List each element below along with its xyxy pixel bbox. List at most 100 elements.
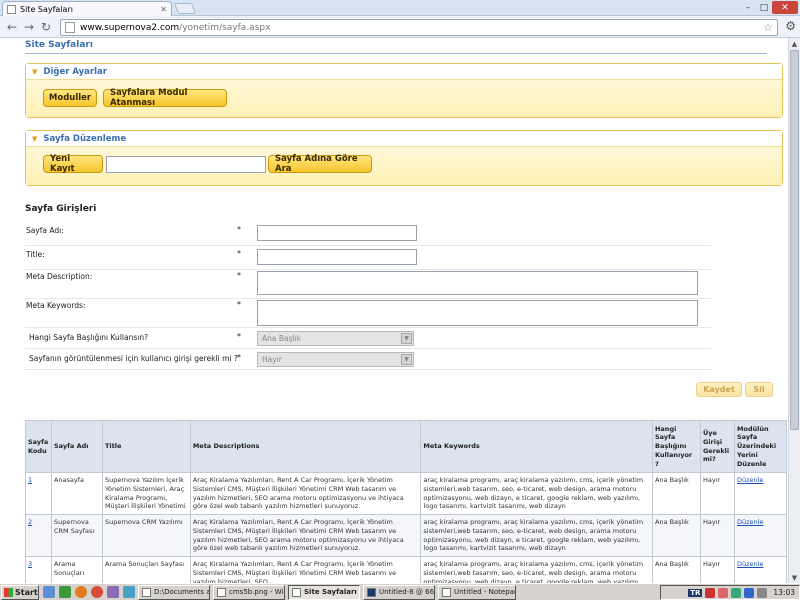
start-label: Start [15,587,38,597]
scroll-down-icon[interactable]: ▼ [789,572,800,583]
chrome-icon [292,587,301,597]
taskbar-window-explorer[interactable]: D:\Documents a... [138,584,210,600]
scroll-up-icon[interactable]: ▲ [789,38,800,49]
meta-keywords-cell: araç kiralama programı, araç kiralama ya… [420,471,653,516]
collapse-arrow-icon[interactable]: ▼ [32,68,37,76]
tray-app-icon[interactable] [705,587,716,598]
page-scrollbar[interactable]: ▲ ▼ [788,38,800,583]
sayfa-kodu-link[interactable]: 3 [28,560,32,568]
system-tray: TR 13:03 [660,585,800,600]
quicklaunch-chrome-icon[interactable] [91,586,103,598]
required-mark: * [237,225,241,234]
bookmark-star-icon[interactable]: ☆ [763,21,773,34]
duzenle-link[interactable]: Düzenle [737,560,763,568]
grid-header-row: Sayfa Kodu Sayfa Adı Title Meta Descript… [25,420,788,473]
sayfa-kodu-link[interactable]: 2 [28,518,32,526]
tray-volume-icon[interactable] [757,587,768,598]
uye-girisi-select[interactable]: Hayır ▼ [257,352,414,367]
new-tab-button[interactable] [173,3,197,14]
notepad-icon [442,587,451,597]
meta-keywords-textarea[interactable] [257,300,698,326]
scrollbar-thumb[interactable] [790,50,799,430]
duzenle-link[interactable]: Düzenle [737,518,763,526]
address-bar[interactable]: www.supernova2.com/yonetim/sayfa.aspx ☆ [60,19,778,36]
baslik-label: Hangi Sayfa Başlığını Kullansın? [29,333,149,342]
title-label: Title: [26,250,45,259]
quicklaunch-app2-icon[interactable] [107,586,119,598]
url-path: /yonetim/sayfa.aspx [179,22,271,33]
chevron-down-icon[interactable]: ▼ [401,333,412,344]
col-header-meta-keywords[interactable]: Meta Keywords [420,420,653,473]
language-indicator[interactable]: TR [688,588,703,597]
window-close-icon[interactable]: ✕ [772,1,798,14]
back-icon[interactable]: ← [4,19,20,35]
sil-button[interactable]: Sil [745,382,773,397]
sayfa-duzenleme-header[interactable]: ▼ Sayfa Düzenleme [26,131,782,147]
chevron-down-icon[interactable]: ▼ [401,354,412,365]
tray-network-icon[interactable] [744,587,755,598]
sayfa-adi-cell: Arama Sonuçları [50,556,103,583]
quicklaunch-desktop-icon[interactable] [43,586,55,598]
taskbar-window-notepad[interactable]: Untitled - Notepad [438,584,516,600]
yeni-kayit-button[interactable]: Yeni Kayıt [43,154,103,174]
quicklaunch-app3-icon[interactable] [123,586,135,598]
baslik-select[interactable]: Ana Başlık ▼ [257,331,414,346]
taskbar-window-browser[interactable]: Site Sayfaları - ... [288,584,360,600]
sayfa-kodu-link[interactable]: 1 [28,476,32,484]
diger-ayarlar-body: Moduller Sayfalara Modul Atanması [26,80,782,117]
minimize-icon[interactable]: – [740,1,756,14]
page-title: Site Sayfaları [25,40,93,50]
col-header-sayfa-adi[interactable]: Sayfa Adı [50,420,103,473]
collapse-arrow-icon[interactable]: ▼ [32,135,37,143]
taskbar: Start D:\Documents a... cms5b.png - Win.… [0,583,800,600]
modul-atama-button[interactable]: Sayfalara Modul Atanması [103,88,227,108]
diger-ayarlar-title: Diğer Ayarlar [43,66,107,77]
moduller-button[interactable]: Moduller [43,89,97,107]
col-header-baslik[interactable]: Hangi Sayfa Başlığını Kullanıyor ? [651,420,701,473]
reload-icon[interactable]: ↻ [38,19,54,35]
col-header-uye-girisi[interactable]: Üye Girişi Gerekli mi? [699,420,735,473]
tab-close-icon[interactable]: ✕ [160,5,167,14]
clock[interactable]: 13:03 [773,588,795,597]
quicklaunch-firefox-icon[interactable] [75,586,87,598]
browser-titlebar: Site Sayfaları ✕ – □ ✕ [0,0,800,16]
form-row-uye-girisi: Sayfanın görüntülenmesi için kullanıcı g… [25,349,711,370]
form-row-sayfa-adi: Sayfa Adı: * [25,222,711,246]
tab-title: Site Sayfaları [20,4,73,14]
start-button[interactable]: Start [1,584,39,600]
taskbar-window-photoshop[interactable]: Untitled-8 @ 66,... [363,584,435,600]
search-input[interactable] [106,156,266,173]
meta-description-cell: Araç Kiralama Yazılımları, Rent A Car Pr… [189,556,422,583]
sayfa-adi-input[interactable] [257,225,417,241]
sayfa-girisleri-form: Sayfa Girişleri Sayfa Adı: * Title: * Me… [25,196,711,370]
col-header-sayfa-kodu[interactable]: Sayfa Kodu [25,420,52,473]
taskbar-window-label: cms5b.png - Win... [229,588,284,596]
wrench-menu-icon[interactable]: ⚙ [785,19,796,33]
duzenle-link[interactable]: Düzenle [737,476,763,484]
uye-girisi-select-value: Hayır [262,355,282,364]
tray-app-icon[interactable] [731,587,742,598]
title-cell: Supernova CRM Yazılımı [101,514,191,558]
col-header-duzenle[interactable]: Modülün Sayfa Üzerindeki Yerini Düzenle [733,420,788,473]
browser-toolbar: ← → ↻ www.supernova2.com/yonetim/sayfa.a… [0,16,800,38]
col-header-meta-descriptions[interactable]: Meta Descriptions [189,420,422,473]
title-input[interactable] [257,249,417,265]
quicklaunch-app-icon[interactable] [59,586,71,598]
kaydet-button[interactable]: Kaydet [696,382,742,397]
diger-ayarlar-panel: ▼ Diğer Ayarlar Moduller Sayfalara Modul… [25,63,783,118]
maximize-icon[interactable]: □ [756,1,772,14]
meta-description-cell: Araç Kiralama Yazılımları, Rent A Car Pr… [189,471,422,516]
sayfa-ara-button[interactable]: Sayfa Adına Göre Ara [268,154,372,174]
tray-app-icon[interactable] [718,587,729,598]
sayfa-adi-label: Sayfa Adı: [26,226,64,235]
meta-description-textarea[interactable] [257,271,698,295]
table-row: 2 Supernova CRM Sayfası Supernova CRM Ya… [25,514,788,558]
required-mark: * [237,271,241,280]
browser-tab[interactable]: Site Sayfaları ✕ [2,1,172,16]
table-row: 1 Anasayfa Supernova Yazılım İçerik Yöne… [25,471,788,516]
forward-icon[interactable]: → [21,19,37,35]
diger-ayarlar-header[interactable]: ▼ Diğer Ayarlar [26,64,782,80]
taskbar-window-image-viewer[interactable]: cms5b.png - Win... [213,584,285,600]
required-mark: * [237,249,241,258]
col-header-title[interactable]: Title [101,420,191,473]
